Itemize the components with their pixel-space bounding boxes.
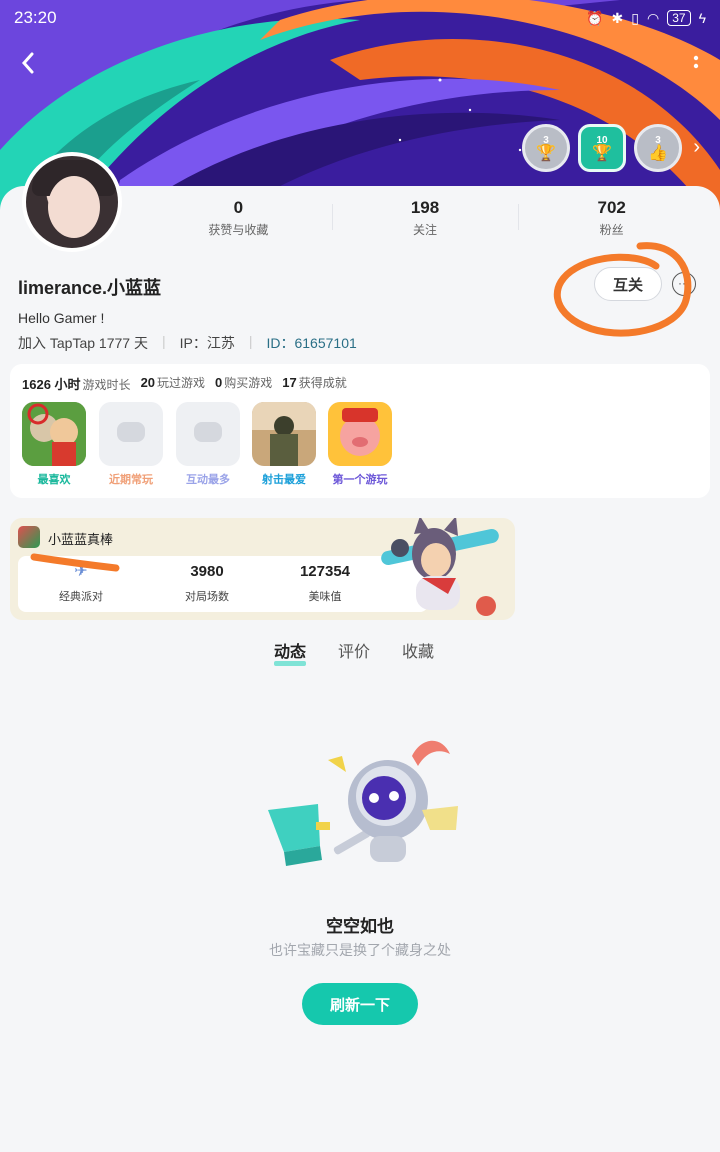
game-summary: 1626 小时 游戏时长 20 玩过游戏 0 购买游戏 17 获得成就 [22,375,347,392]
stat-following[interactable]: 198 关注 [331,198,519,238]
badge-3[interactable]: 3 👍 [634,124,682,172]
airplane-icon: ✈ [74,563,88,580]
party-game-icon [18,526,40,548]
message-icon[interactable]: ··· [672,272,696,296]
vibrate-icon: ▯ [631,9,639,26]
stat-likes[interactable]: 0 获赞与收藏 [145,198,332,238]
trophy-icon: 🏆 [592,144,612,162]
tab-favorites[interactable]: 收藏 [402,638,434,666]
more-vertical-icon [693,55,699,69]
empty-title: 空空如也 [326,917,394,936]
gamepad-icon [99,402,163,466]
party-title: 小蓝蓝真棒 [48,532,114,547]
bluetooth-icon: ✱ [611,9,624,26]
profile-meta: 加入 TapTap 1777 天 | IP：江苏 | ID：61657101 [18,333,357,353]
ip-location: IP：江苏 [179,335,235,351]
game-icon [22,402,86,466]
back-button[interactable] [14,48,44,78]
game-tile-interaction[interactable]: 互动最多 [176,402,240,487]
more-options-button[interactable] [686,50,706,76]
tab-reviews[interactable]: 评价 [338,638,370,666]
game-tile-shooter[interactable]: 射击最爱 [252,402,316,487]
empty-subtitle: 也许宝藏只是换了个藏身之处 [269,942,451,958]
status-icons: ⏰ ✱ ▯ ◠ 37 ϟ [586,10,706,27]
avatar[interactable] [22,152,122,252]
gamepad-icon [176,402,240,466]
alarm-icon: ⏰ [586,9,604,26]
chevron-left-icon [21,52,34,74]
joined-text: 加入 TapTap 1777 天 [18,335,148,351]
game-tile-first[interactable]: 第一个游玩 [328,402,392,487]
refresh-button[interactable]: 刷新一下 [302,983,418,1025]
party-stats: ✈ 经典派对 3980 对局场数 127354 美味值 [18,556,428,612]
game-stats-card[interactable]: 1626 小时 游戏时长 20 玩过游戏 0 购买游戏 17 获得成就 最喜欢 近期常玩… [10,364,710,498]
empty-state-illustration [268,740,458,866]
game-icon [328,402,392,466]
game-tile-recent[interactable]: 近期常玩 [99,402,163,487]
user-id[interactable]: ID：61657101 [266,333,356,353]
profile-tabs: 动态 评价 收藏 [274,638,434,666]
battery-icon: 37 [667,10,691,26]
game-icon [252,402,316,466]
party-game-card[interactable]: 小蓝蓝真棒 ✈ 经典派对 3980 对局场数 127354 美味值 [10,518,515,620]
tab-moments[interactable]: 动态 [274,638,307,666]
bio: Hello Gamer ! [18,310,105,326]
thumbs-up-icon: 👍 [648,144,668,162]
game-tile-favorite[interactable]: 最喜欢 [22,402,86,487]
status-time: 23:20 [14,8,57,27]
trophy-icon: 🏆 [536,144,556,162]
party-mascot-illustration [381,518,499,616]
chevron-right-icon[interactable]: › [693,136,700,159]
username: limerance.小蓝蓝 [18,278,162,298]
charging-icon: ϟ [698,10,706,26]
badge-1[interactable]: 3 🏆 [522,124,570,172]
wifi-icon: ◠ [647,9,660,26]
mutual-follow-button[interactable]: 互关 [594,267,662,301]
stat-followers[interactable]: 702 粉丝 [518,198,705,238]
status-bar: 23:20 ⏰ ✱ ▯ ◠ 37 ϟ [0,0,720,36]
badge-2[interactable]: 10 🏆 [578,124,626,172]
profile-stats: 0 获赞与收藏 198 关注 702 粉丝 [145,198,705,238]
